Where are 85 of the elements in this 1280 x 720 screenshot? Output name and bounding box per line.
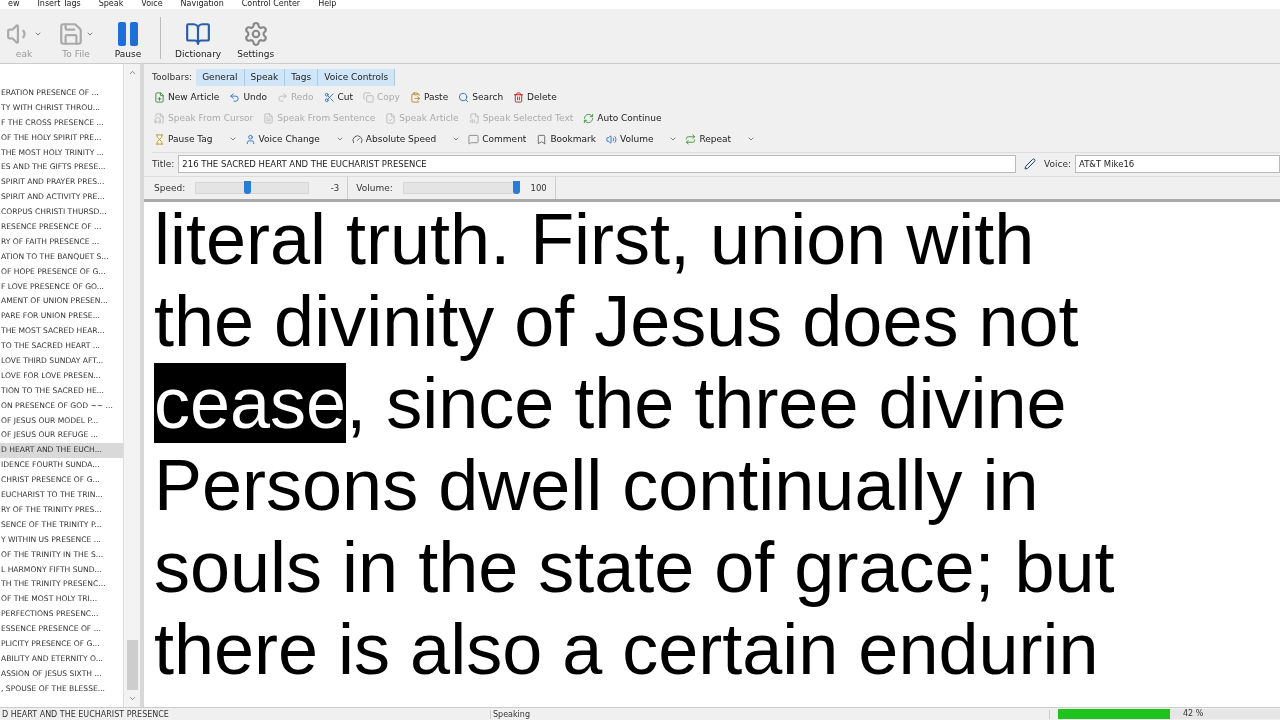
toolbar-button[interactable]: Repeat <box>683 133 734 145</box>
text-line: literal truth. First, union with <box>154 202 1036 280</box>
scissors-icon <box>323 91 335 103</box>
slider-label: Volume: <box>356 183 393 193</box>
search-icon <box>458 91 470 103</box>
slider-label: Speed: <box>154 183 186 193</box>
toolbar-button[interactable]: Volume <box>604 133 656 145</box>
scrollbar[interactable] <box>123 64 140 707</box>
toolbar-button[interactable]: New Article <box>152 91 222 103</box>
paste-icon <box>409 91 421 103</box>
speaker-icon <box>606 133 617 145</box>
bookmark-icon <box>536 133 548 145</box>
toolbar-toggle[interactable]: Speak <box>244 68 286 86</box>
menu-item[interactable]: Control Center <box>241 0 301 9</box>
toolbar-toggle[interactable]: General <box>196 68 245 86</box>
toolbar-button[interactable]: Cut <box>321 91 356 103</box>
toolbar-button[interactable]: Undo <box>227 91 269 103</box>
document-icon <box>468 112 480 124</box>
menu-item[interactable]: Help <box>318 0 337 9</box>
caret-icon[interactable] <box>452 135 461 143</box>
progress-value: 42 % <box>1183 709 1204 719</box>
pause-icon <box>115 21 141 47</box>
gauge-icon <box>351 133 363 145</box>
refresh-icon <box>583 112 595 124</box>
toolbar-button[interactable]: Auto Continue <box>581 112 664 124</box>
text-line: Persons dwell continually in <box>154 444 1040 526</box>
document-icon <box>263 112 275 124</box>
gear-icon <box>242 21 269 47</box>
scroll-thumb[interactable] <box>126 640 138 690</box>
caret-icon[interactable] <box>669 135 678 143</box>
new-document-icon <box>154 91 165 103</box>
slider-thumb[interactable] <box>243 181 251 194</box>
title-field[interactable]: 216 THE SACRED HEART AND THE EUCHARIST PRESENCE <box>178 155 1016 173</box>
voice-label: Voice: <box>1044 159 1071 169</box>
menu-item[interactable]: Speak <box>98 0 124 9</box>
text-line: , since the three divine <box>346 363 1067 443</box>
comment-icon <box>468 133 480 145</box>
toolbar-button[interactable]: Pause <box>104 21 152 59</box>
slider-value: -3 <box>329 183 340 193</box>
status-article: D HEART AND THE EUCHARIST PRESENCE <box>0 709 491 719</box>
slider-track[interactable] <box>402 182 517 194</box>
menu-item[interactable]: Voice <box>141 0 163 9</box>
voice-field[interactable]: AT&T Mike16 <box>1075 155 1280 173</box>
text-line: souls in the state of grace; but <box>154 526 1116 608</box>
slider-track[interactable] <box>195 182 310 194</box>
toolbar-button[interactable]: Bookmark <box>534 133 598 145</box>
toolbar-button[interactable]: Delete <box>511 91 559 103</box>
toolbar-toggle[interactable]: Voice Controls <box>318 68 396 86</box>
save-icon <box>58 21 84 47</box>
trash-icon <box>513 91 525 103</box>
menu-item[interactable]: Navigation <box>180 0 224 9</box>
hourglass-icon <box>154 133 165 145</box>
undo-icon <box>229 91 241 103</box>
scroll-down-icon[interactable] <box>127 694 137 703</box>
person-icon <box>244 133 256 145</box>
toolbar-button[interactable]: Voice Change <box>242 133 322 145</box>
document-icon <box>154 112 165 124</box>
caret-icon[interactable] <box>747 135 756 143</box>
caret-icon[interactable] <box>228 135 237 143</box>
title-label: Title: <box>152 159 175 169</box>
pen-icon[interactable] <box>1024 158 1036 170</box>
toolbar-button[interactable]: Comment <box>466 133 529 145</box>
caret-icon[interactable] <box>335 135 344 143</box>
toolbar-button[interactable]: Paste <box>407 91 451 103</box>
slider-value: 100 <box>529 183 547 193</box>
redo-icon <box>276 91 288 103</box>
toolbars-label: Toolbars: <box>152 72 193 82</box>
scroll-up-icon[interactable] <box>127 68 137 77</box>
document-icon <box>385 112 397 124</box>
toolbar-button[interactable]: Settings <box>231 21 281 59</box>
book-icon <box>185 21 212 47</box>
toolbar-button[interactable]: Search <box>456 91 506 103</box>
text-line: there is also a certain endurin <box>154 608 1100 690</box>
slider-thumb[interactable] <box>512 181 520 194</box>
menu-item[interactable]: ew <box>8 0 20 9</box>
toolbar-toggle[interactable]: Tags <box>285 68 319 86</box>
highlighted-word: cease <box>154 363 347 443</box>
toolbar-button[interactable]: Pause Tag <box>152 133 215 145</box>
status-state: Speaking <box>491 709 1050 719</box>
toolbar-button[interactable]: Absolute Speed <box>349 133 439 145</box>
text-line: the divinity of Jesus does not <box>154 280 1080 362</box>
toolbar-button[interactable]: Dictionary <box>169 21 228 59</box>
menu-item[interactable]: Insert Tags <box>37 0 81 9</box>
repeat-icon <box>685 133 697 145</box>
copy-icon <box>363 91 375 103</box>
